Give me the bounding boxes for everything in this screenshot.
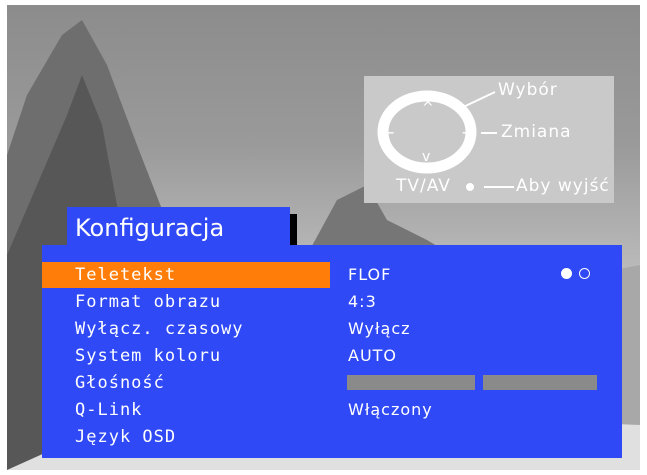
pad-plus-symbol: + xyxy=(461,123,476,142)
help-label-tvav: TV/AV xyxy=(396,176,451,196)
menu-row-value: Włączony xyxy=(348,400,433,419)
menu-row-volume[interactable]: Głośność xyxy=(42,370,622,396)
teletext-mode-dot-filled xyxy=(561,268,572,279)
menu-row-label: Q-Link xyxy=(75,400,143,420)
menu-row-osd-language[interactable]: Język OSD xyxy=(42,424,622,450)
help-label-exit: Aby wyjść xyxy=(516,176,610,196)
menu-row-teletext[interactable]: Teletekst FLOF xyxy=(42,262,622,288)
help-label-change: Zmiana xyxy=(501,122,572,142)
tv-screen: ^ v − + Wybór Zmiana TV/AV Aby wyjść Kon… xyxy=(7,5,640,470)
menu-row-picture-format[interactable]: Format obrazu 4:3 xyxy=(42,289,622,315)
menu-row-sleep-timer[interactable]: Wyłącz. czasowy Wyłącz xyxy=(42,316,622,342)
menu-row-q-link[interactable]: Q-Link Włączony xyxy=(42,397,622,423)
menu-row-label: Wyłącz. czasowy xyxy=(75,319,244,339)
setup-menu-panel: Teletekst FLOF Format obrazu 4:3 Wyłącz.… xyxy=(42,245,622,458)
pad-up-symbol: ^ xyxy=(422,100,435,116)
menu-row-value: FLOF xyxy=(348,265,392,284)
menu-row-value: 4:3 xyxy=(348,292,377,311)
menu-row-label: System koloru xyxy=(75,346,222,366)
teletext-mode-dot-empty xyxy=(579,268,590,279)
menu-row-label: Język OSD xyxy=(75,427,177,447)
menu-row-label: Format obrazu xyxy=(75,292,222,312)
volume-bar-left[interactable] xyxy=(347,375,475,390)
menu-row-label: Teletekst xyxy=(42,262,330,288)
pad-minus-symbol: − xyxy=(382,123,397,142)
menu-row-value: AUTO xyxy=(348,346,398,365)
menu-row-label: Głośność xyxy=(75,373,165,393)
pad-down-symbol: v xyxy=(422,149,432,165)
menu-title: Konfiguracja xyxy=(67,207,290,249)
menu-row-color-system[interactable]: System koloru AUTO xyxy=(42,343,622,369)
volume-bar-right[interactable] xyxy=(483,375,597,390)
remote-help-box: ^ v − + Wybór Zmiana TV/AV Aby wyjść xyxy=(364,76,614,203)
help-label-select: Wybór xyxy=(498,80,558,100)
menu-row-value: Wyłącz xyxy=(348,319,411,338)
